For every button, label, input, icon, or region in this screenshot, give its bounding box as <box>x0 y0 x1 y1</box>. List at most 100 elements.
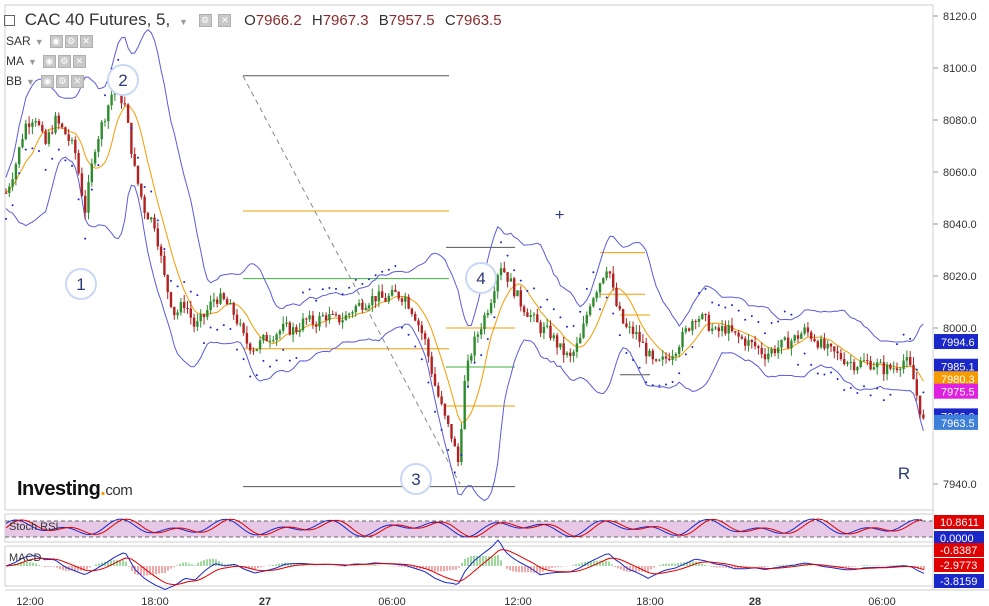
candle-body[interactable] <box>206 310 209 318</box>
candle-body[interactable] <box>529 315 532 317</box>
candle-body[interactable] <box>790 340 793 349</box>
candle-body[interactable] <box>414 313 417 321</box>
candle-body[interactable] <box>110 94 113 106</box>
candle-body[interactable] <box>839 353 843 360</box>
candle-body[interactable] <box>493 291 496 304</box>
candle-body[interactable] <box>311 315 315 325</box>
candle-body[interactable] <box>730 325 734 332</box>
candle-body[interactable] <box>793 335 796 341</box>
candle-body[interactable] <box>717 327 720 332</box>
candle-body[interactable] <box>658 359 661 361</box>
candle-body[interactable] <box>390 289 394 296</box>
candle-body[interactable] <box>27 123 31 127</box>
candle-body[interactable] <box>918 395 922 415</box>
candle-body[interactable] <box>836 351 839 354</box>
candle-body[interactable] <box>216 299 219 304</box>
candle-body[interactable] <box>697 318 701 322</box>
wave-label[interactable]: 4 <box>476 269 485 288</box>
candle-body[interactable] <box>513 278 516 297</box>
candle-body[interactable] <box>57 115 60 124</box>
candle-body[interactable] <box>862 360 866 362</box>
candle-body[interactable] <box>417 320 420 326</box>
candle-body[interactable] <box>249 343 252 351</box>
candle-body[interactable] <box>331 313 334 315</box>
candle-body[interactable] <box>707 314 711 331</box>
candle-body[interactable] <box>308 315 311 320</box>
candle-body[interactable] <box>532 314 536 316</box>
candle-body[interactable] <box>176 312 179 316</box>
candle-body[interactable] <box>796 335 800 339</box>
candle-body[interactable] <box>922 414 925 419</box>
candle-body[interactable] <box>621 309 625 324</box>
candle-body[interactable] <box>420 325 423 334</box>
candle-body[interactable] <box>87 182 90 213</box>
indicator-row-sar[interactable]: SAR ▼ ◉ ⚙ ✕ <box>6 34 93 49</box>
candle-body[interactable] <box>41 125 44 132</box>
candle-body[interactable] <box>225 299 229 305</box>
candle-body[interactable] <box>321 315 324 317</box>
candle-body[interactable] <box>598 283 602 293</box>
settings-icon[interactable]: ⚙ <box>55 75 69 89</box>
candle-body[interactable] <box>506 272 509 282</box>
wave-label[interactable]: 3 <box>411 470 420 489</box>
candle-body[interactable] <box>430 356 433 374</box>
candle-body[interactable] <box>889 364 892 369</box>
candle-body[interactable] <box>483 315 486 330</box>
candle-body[interactable] <box>816 341 819 348</box>
candle-body[interactable] <box>173 306 176 316</box>
candle-body[interactable] <box>140 183 143 197</box>
candle-body[interactable] <box>605 271 608 278</box>
candle-body[interactable] <box>555 335 559 348</box>
candle-body[interactable] <box>595 292 598 299</box>
eye-icon[interactable]: ◉ <box>42 55 56 69</box>
candle-body[interactable] <box>453 438 456 447</box>
candle-body[interactable] <box>885 364 889 375</box>
candle-body[interactable] <box>608 271 612 274</box>
chevron-down-icon[interactable]: ▼ <box>179 17 188 27</box>
candle-body[interactable] <box>410 308 414 314</box>
candle-body[interactable] <box>806 327 810 333</box>
candle-body[interactable] <box>456 446 460 463</box>
candle-body[interactable] <box>740 336 744 339</box>
candle-body[interactable] <box>470 355 473 361</box>
candle-body[interactable] <box>810 332 813 339</box>
candle-body[interactable] <box>268 340 272 342</box>
settings-icon[interactable]: ⚙ <box>64 35 78 49</box>
candle-body[interactable] <box>859 360 862 368</box>
candle-body[interactable] <box>473 336 476 356</box>
candle-body[interactable] <box>602 277 605 284</box>
candle-body[interactable] <box>377 291 381 302</box>
candle-body[interactable] <box>74 139 77 154</box>
candle-body[interactable] <box>654 359 658 361</box>
candle-body[interactable] <box>572 351 575 357</box>
candle-body[interactable] <box>232 303 235 315</box>
candle-body[interactable] <box>209 301 212 311</box>
candle-body[interactable] <box>305 318 308 320</box>
candle-body[interactable] <box>328 313 331 321</box>
candle-body[interactable] <box>245 333 249 344</box>
candle-body[interactable] <box>866 360 869 362</box>
candle-body[interactable] <box>199 314 202 322</box>
candle-body[interactable] <box>103 121 107 123</box>
candle-body[interactable] <box>753 342 757 347</box>
candle-body[interactable] <box>876 362 879 368</box>
candle-body[interactable] <box>14 164 18 180</box>
candle-body[interactable] <box>915 379 918 396</box>
candle-body[interactable] <box>829 343 833 347</box>
eye-icon[interactable]: ◉ <box>49 35 63 49</box>
candle-body[interactable] <box>381 291 384 298</box>
candle-body[interactable] <box>361 302 364 310</box>
candle-body[interactable] <box>394 289 397 292</box>
settings-icon[interactable]: ⚙ <box>198 14 212 28</box>
candle-body[interactable] <box>163 255 166 275</box>
candle-body[interactable] <box>833 346 836 352</box>
candle-body[interactable] <box>645 342 648 357</box>
candle-body[interactable] <box>466 360 470 381</box>
candle-body[interactable] <box>542 326 546 334</box>
candle-body[interactable] <box>588 306 592 315</box>
candle-body[interactable] <box>37 121 41 126</box>
candle-body[interactable] <box>823 338 826 349</box>
candle-body[interactable] <box>341 320 344 323</box>
candle-body[interactable] <box>895 368 899 371</box>
candle-body[interactable] <box>480 329 483 335</box>
